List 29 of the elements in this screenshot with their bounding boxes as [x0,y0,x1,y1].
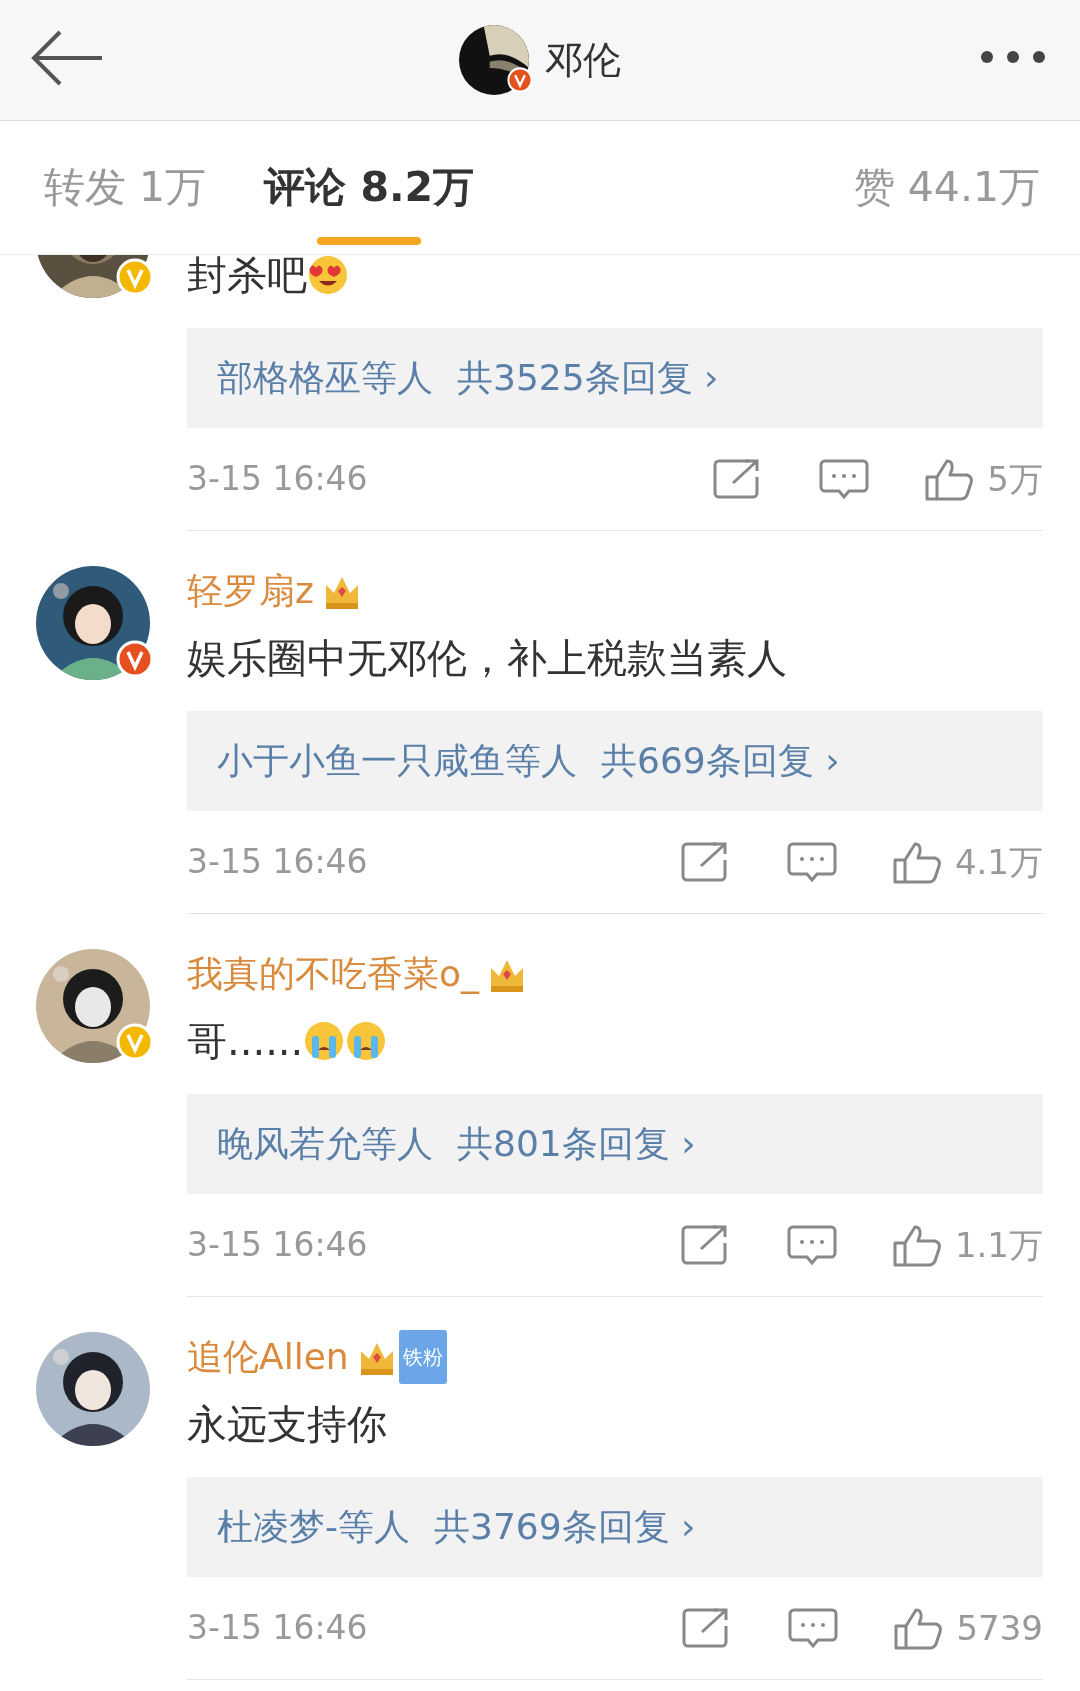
timestamp: 3-15 16:46 [187,841,368,884]
tab[interactable]: 评论 8.2万 [264,120,475,255]
timestamp: 3-15 16:46 [187,458,368,501]
comment-text: 哥...... [187,1017,304,1066]
comment-text: 永远支持你 [187,1400,387,1449]
user-name[interactable]: 追伦Allen [187,1332,349,1382]
like-count: 5739 [956,1606,1043,1650]
like-count: 1.1万 [954,1223,1043,1267]
replies-panel[interactable]: 小于小鱼一只咸鱼等人 共669条回复 › [187,711,1043,811]
more-icon[interactable] [980,50,1046,64]
replies-panel[interactable]: 晚风若允等人 共801条回复 › [187,1094,1043,1194]
crying-emoji-icon [345,1020,388,1062]
user-name[interactable]: 我真的不吃香菜o_ [187,949,480,999]
heart-eyes-emoji-icon [307,255,349,296]
like-count: 5万 [987,457,1043,501]
tab[interactable]: 赞 44.1万 [853,120,1040,255]
timestamp: 3-15 16:46 [187,1224,368,1267]
replies-panel[interactable]: 杜凌梦-等人 共3769条回复 › [187,1477,1043,1577]
replies-panel[interactable]: 部格格巫等人 共3525条回复 › [187,328,1043,428]
back-icon[interactable] [30,30,102,86]
comment-text: 封杀吧 [187,255,307,300]
comment-text: 娱乐圈中无邓伦，补上税款当素人 [187,634,787,683]
user-name[interactable]: 轻罗扇z [187,566,314,616]
fan-tag: 铁粉 [398,1330,447,1384]
like-count: 4.1万 [954,840,1043,884]
timestamp: 3-15 16:46 [187,1607,368,1650]
crying-emoji-icon [303,1020,346,1062]
tab[interactable]: 转发 1万 [44,120,207,255]
page-title: 邓伦 [545,36,621,84]
